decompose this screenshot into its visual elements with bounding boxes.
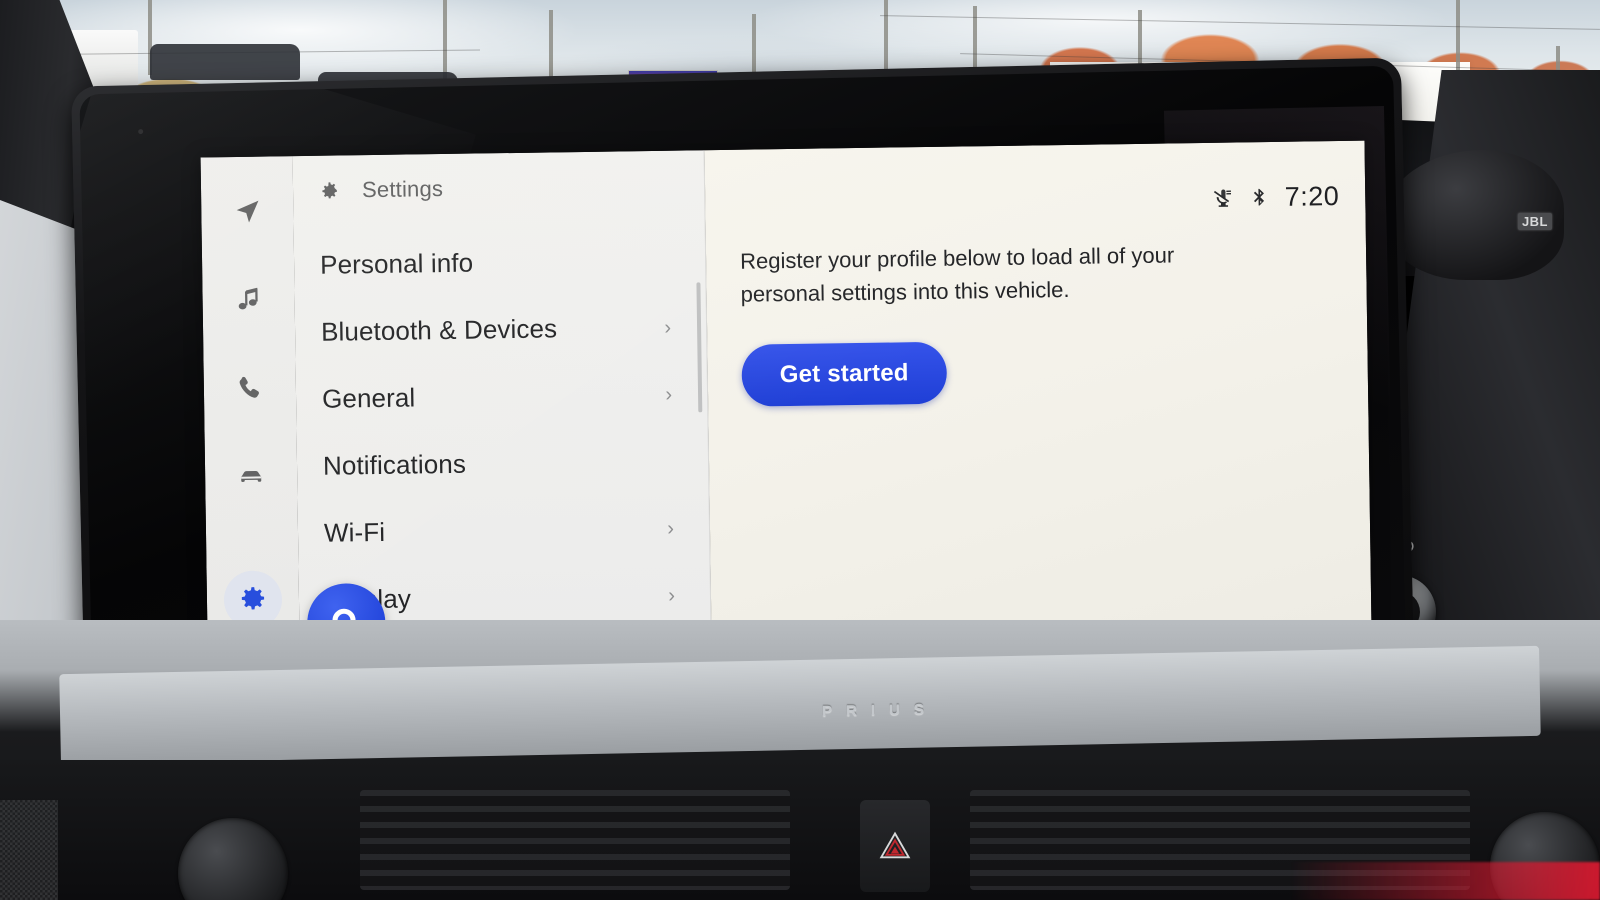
rail-item-phone[interactable] <box>220 358 279 417</box>
rail-item-vehicle[interactable] <box>222 446 281 505</box>
navigation-arrow-icon <box>236 200 259 223</box>
music-note-icon <box>238 287 258 310</box>
gear-icon <box>322 181 337 198</box>
menu-item-label: Personal info <box>319 247 474 280</box>
get-started-button[interactable]: Get started <box>741 341 948 407</box>
microphone-muted-icon <box>1214 189 1232 207</box>
gear-icon <box>241 587 265 610</box>
hazard-lights-button[interactable] <box>860 800 930 892</box>
jbl-logo: JBL <box>1517 213 1552 230</box>
menu-item-personal-info[interactable]: Personal info <box>294 226 707 299</box>
menu-item-wifi[interactable]: Wi-Fi › <box>298 494 711 567</box>
menu-item-notifications[interactable]: Notifications <box>297 427 710 500</box>
menu-item-label: Wi-Fi <box>323 516 386 548</box>
bluetooth-icon <box>1254 188 1265 206</box>
phone-icon <box>239 376 259 398</box>
settings-header: Settings <box>293 150 706 204</box>
light-sensor <box>138 129 144 135</box>
speaker-mesh <box>0 800 58 900</box>
menu-item-label: Bluetooth & Devices <box>320 313 558 347</box>
page-title: Settings <box>361 176 444 203</box>
settings-menu-panel: Settings Personal info Bluetooth & Devic… <box>292 150 712 648</box>
chevron-right-icon: › <box>664 316 672 339</box>
dashboard-scene: JBL VOL <box>0 0 1600 900</box>
settings-list: Personal info Bluetooth & Devices › Gene… <box>293 198 711 634</box>
rail-item-navigation[interactable] <box>218 182 277 241</box>
chevron-right-icon: › <box>668 584 676 607</box>
chevron-right-icon: › <box>665 383 673 406</box>
clock: 7:20 <box>1284 181 1340 212</box>
menu-item-label: Notifications <box>322 448 467 481</box>
infotainment-ui: Settings Personal info Bluetooth & Devic… <box>200 140 1372 648</box>
hazard-triangle-icon <box>879 831 911 859</box>
detail-body-text: Register your profile below to load all … <box>739 242 1175 307</box>
menu-item-label: General <box>321 382 416 414</box>
menu-item-general[interactable]: General › <box>296 360 709 433</box>
chevron-right-icon: › <box>667 517 675 540</box>
app-rail <box>200 156 300 648</box>
status-bar: 7:20 <box>1212 181 1339 214</box>
rail-item-media[interactable] <box>219 270 278 329</box>
air-vent-left[interactable] <box>360 790 790 890</box>
parked-car <box>150 44 300 80</box>
interior-red-accent <box>1290 862 1600 900</box>
menu-item-bluetooth-devices[interactable]: Bluetooth & Devices › <box>295 293 708 366</box>
car-icon <box>241 470 262 482</box>
detail-panel: 7:20 Register your profile below to load… <box>704 140 1372 641</box>
